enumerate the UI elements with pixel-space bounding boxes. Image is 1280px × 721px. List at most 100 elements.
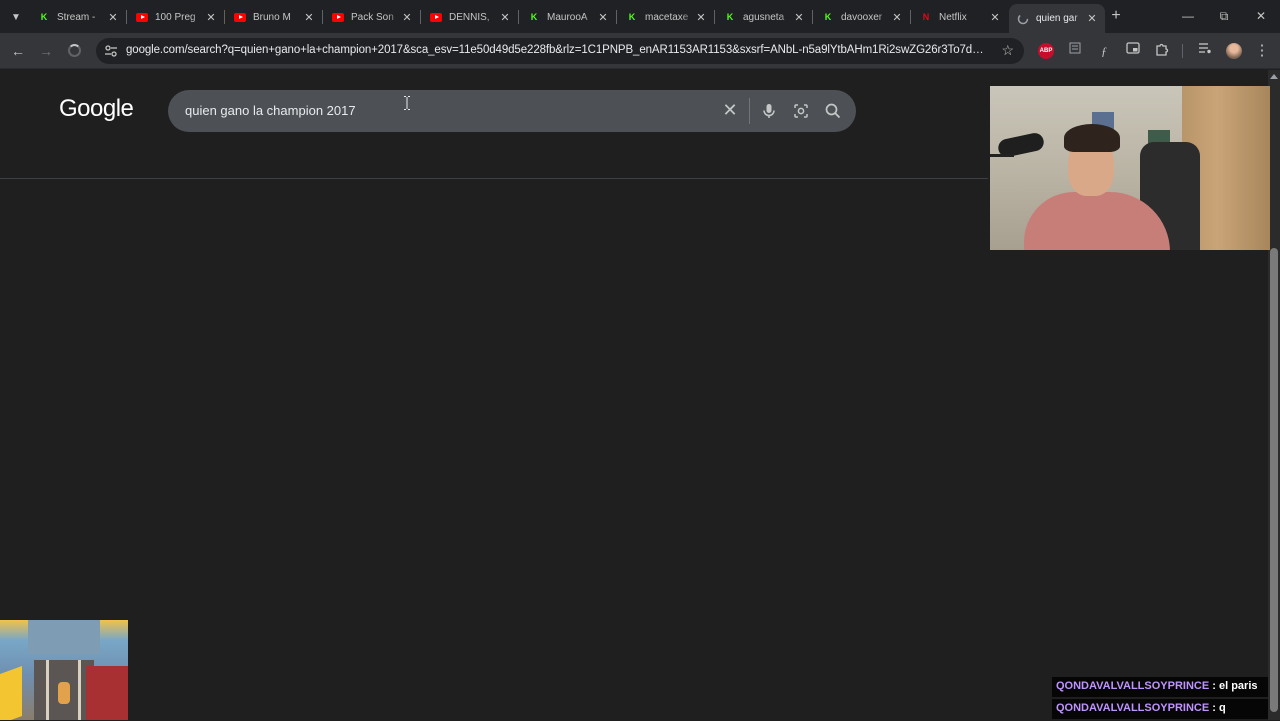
game-barrier (0, 665, 22, 720)
tab-close-icon[interactable]: ✕ (596, 11, 610, 24)
tab-title: Pack Son (351, 11, 394, 23)
youtube-icon (136, 11, 148, 23)
chat-text: : q (1212, 702, 1226, 714)
text-cursor-icon (404, 96, 410, 110)
clear-search-icon[interactable]: ✕ (720, 100, 740, 120)
chat-username: QONDAVALVALLSOYPRINCE (1056, 680, 1210, 692)
game-rail (46, 660, 49, 720)
tab-stream[interactable]: K Stream - ✕ (30, 4, 126, 30)
chat-text: : el paris (1212, 680, 1258, 692)
tab-close-icon[interactable]: ✕ (400, 11, 414, 24)
microphone-arm (990, 154, 1014, 157)
address-bar[interactable]: google.com/search?q=quien+gano+la+champi… (96, 38, 1024, 64)
tab-agusneta[interactable]: K agusneta ✕ (716, 4, 812, 30)
netflix-icon: N (922, 12, 930, 22)
back-button[interactable]: ← (6, 39, 30, 63)
picture-in-picture-icon[interactable] (1124, 42, 1142, 60)
tab-title: davooxer (841, 11, 883, 23)
tab-search-dropdown-button[interactable]: ▼ (4, 6, 28, 28)
game-building (28, 620, 100, 654)
close-window-button[interactable]: ✕ (1247, 6, 1275, 26)
kick-icon: K (628, 12, 636, 22)
tab-macetaxe[interactable]: K macetaxe ✕ (618, 4, 714, 30)
tab-separator (322, 10, 323, 24)
tab-google-search-active[interactable]: quien gar ✕ (1009, 4, 1105, 33)
tab-title: agusneta (743, 11, 785, 23)
tab-100-preguntas[interactable]: 100 Preg ✕ (128, 4, 224, 30)
extensions-puzzle-icon[interactable] (1153, 42, 1171, 60)
google-logo[interactable]: Google (59, 95, 134, 123)
tab-separator (812, 10, 813, 24)
search-input[interactable]: quien gano la champion 2017 (185, 103, 356, 118)
lens-search-icon[interactable] (791, 101, 811, 121)
media-controls-icon[interactable] (1196, 42, 1214, 60)
site-info-icon[interactable] (104, 44, 118, 58)
chat-username: QONDAVALVALLSOYPRINCE (1056, 702, 1210, 714)
tab-separator (910, 10, 911, 24)
tab-title: quien gar (1036, 13, 1078, 24)
search-box[interactable]: quien gano la champion 2017 ✕ (168, 90, 856, 132)
tab-separator (518, 10, 519, 24)
youtube-icon (430, 11, 442, 23)
tab-title: Bruno M (253, 11, 291, 23)
loading-icon (1017, 13, 1029, 25)
tab-title: 100 Preg (155, 11, 196, 23)
tab-close-icon[interactable]: ✕ (1085, 12, 1099, 25)
youtube-icon (234, 11, 246, 23)
browser-toolbar: ← → google.com/search?q=quien+gano+la+ch… (0, 33, 1280, 69)
tab-title: MaurooA (547, 11, 588, 23)
tab-pack-son[interactable]: Pack Son ✕ (324, 4, 420, 30)
new-tab-button[interactable]: + (1106, 7, 1126, 27)
forward-button[interactable]: → (34, 39, 58, 63)
chrome-menu-icon[interactable]: ⋮ (1250, 39, 1274, 63)
game-train (86, 666, 128, 720)
search-icon[interactable] (823, 101, 843, 121)
tab-strip: ▼ K Stream - ✕ 100 Preg ✕ Bruno M ✕ Pack… (0, 0, 1280, 33)
reader-extension-icon[interactable] (1066, 42, 1084, 60)
tab-close-icon[interactable]: ✕ (498, 11, 512, 24)
tab-separator (126, 10, 127, 24)
kick-icon: K (726, 12, 734, 22)
tab-close-icon[interactable]: ✕ (988, 11, 1002, 24)
voice-search-icon[interactable] (759, 101, 779, 121)
webcam-streamer-hair (1064, 124, 1120, 152)
tab-close-icon[interactable]: ✕ (302, 11, 316, 24)
scrollbar-thumb[interactable] (1270, 248, 1278, 712)
url-text[interactable]: google.com/search?q=quien+gano+la+champi… (126, 44, 988, 56)
tab-close-icon[interactable]: ✕ (106, 11, 120, 24)
bookmark-star-icon[interactable]: ☆ (1001, 42, 1014, 59)
game-rail (78, 660, 81, 720)
youtube-icon (332, 11, 344, 23)
webcam-overlay (990, 86, 1270, 250)
tab-davooxer[interactable]: K davooxer ✕ (814, 4, 910, 30)
header-divider (0, 178, 988, 179)
tab-close-icon[interactable]: ✕ (890, 11, 904, 24)
tab-close-icon[interactable]: ✕ (204, 11, 218, 24)
stop-loading-icon[interactable] (68, 44, 81, 57)
chat-message: QONDAVALVALLSOYPRINCE : q (1052, 699, 1268, 719)
restore-button[interactable]: ⧉ (1210, 6, 1238, 26)
tab-close-icon[interactable]: ✕ (694, 11, 708, 24)
toolbar-separator (1182, 44, 1183, 58)
tab-separator (420, 10, 421, 24)
kick-icon: K (824, 12, 832, 22)
tab-mauroo[interactable]: K MaurooA ✕ (520, 4, 616, 30)
scroll-up-arrow-icon[interactable] (1270, 74, 1278, 79)
tab-separator (714, 10, 715, 24)
tab-title: macetaxe (645, 11, 689, 23)
chat-message: QONDAVALVALLSOYPRINCE : el paris (1052, 677, 1268, 697)
tab-separator (224, 10, 225, 24)
tab-bruno-m[interactable]: Bruno M ✕ (226, 4, 322, 30)
tab-close-icon[interactable]: ✕ (792, 11, 806, 24)
stream-chat-overlay: QONDAVALVALLSOYPRINCE : el paris QONDAVA… (1052, 677, 1268, 721)
profile-avatar[interactable] (1226, 43, 1242, 59)
adblock-plus-icon[interactable]: ABP (1038, 43, 1054, 59)
tab-dennis[interactable]: DENNIS, ✕ (422, 4, 518, 30)
tab-title: Stream - (57, 11, 96, 23)
subway-surfers-gameplay-overlay (0, 620, 128, 720)
tab-title: DENNIS, (449, 11, 490, 23)
game-runner (58, 682, 70, 704)
minimize-button[interactable]: — (1174, 6, 1202, 26)
tab-netflix[interactable]: N Netflix ✕ (912, 4, 1008, 30)
script-extension-icon[interactable]: ƒ (1095, 42, 1113, 60)
